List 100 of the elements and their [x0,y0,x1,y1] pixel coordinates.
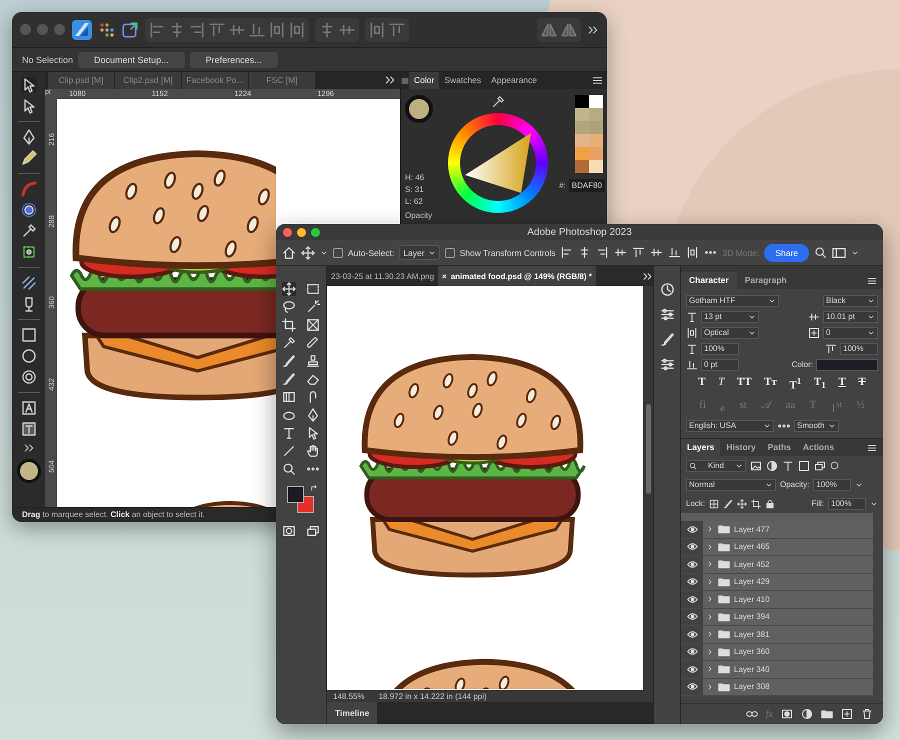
align-icon[interactable] [668,246,682,259]
anti-alias-dropdown[interactable]: Smooth [794,420,839,432]
ellipse-icon[interactable] [20,348,36,364]
gradient-icon[interactable] [282,390,296,404]
panel-tab[interactable]: Swatches [439,72,486,89]
home-icon[interactable] [282,246,296,260]
line-icon[interactable] [282,444,296,458]
chevron-icon[interactable] [706,542,714,551]
search-icon[interactable] [814,246,828,259]
chevron-icon[interactable] [706,612,714,621]
menu-icon[interactable] [592,75,603,86]
crop-icon[interactable] [282,318,296,332]
vertical-scale-field[interactable]: 100% [701,342,739,354]
blend-mode-dropdown[interactable]: Normal [686,478,776,490]
stamp-icon[interactable] [306,354,320,368]
foreground-color-swatch[interactable] [287,486,304,503]
panel-tab[interactable]: Actions [796,439,840,456]
toolbar-button[interactable]: Document Setup... [78,52,185,68]
menu-icon[interactable] [867,276,877,286]
align-icon[interactable] [650,246,664,259]
layer-row[interactable]: Layer 477 [703,521,873,538]
eye-icon[interactable] [686,524,698,535]
font-size-field[interactable]: 13 pt [701,310,759,322]
frame-icon[interactable] [306,318,320,332]
chevron-icon[interactable] [706,525,714,534]
leading-field[interactable]: 10.01 pt [823,310,878,322]
marquee-icon[interactable] [306,282,320,296]
app-logo-icon[interactable] [71,18,93,40]
lock-move-icon[interactable] [737,498,748,508]
image-filter-icon[interactable] [750,460,762,472]
eye-icon[interactable] [686,611,698,622]
panel-tab[interactable]: Appearance [486,72,542,89]
panel-tab[interactable]: Layers [681,439,720,456]
pen-nib-icon[interactable] [20,129,36,145]
eye-icon[interactable] [686,646,698,658]
pencil-icon[interactable] [20,150,36,166]
align-icon[interactable] [614,246,628,259]
mask-icon[interactable] [781,708,793,720]
flip-icon[interactable] [540,20,558,38]
fill-color-well[interactable] [405,95,433,123]
text-style-button[interactable]: TT [736,376,752,392]
pen-icon[interactable] [306,408,320,422]
smart-object-filter-icon[interactable] [814,460,826,472]
color-swatch[interactable] [589,160,603,173]
scrollbar[interactable] [643,286,653,690]
color-swatch[interactable] [589,147,603,160]
swap-colors-icon[interactable] [310,484,319,493]
text-style-button[interactable]: T [698,376,706,392]
distribute-icon[interactable] [388,20,406,38]
close-tab-button[interactable]: × [442,272,447,280]
horizontal-scale-field[interactable]: 100% [840,342,878,354]
eraser-icon[interactable] [306,372,320,386]
type-filter-icon[interactable] [782,460,794,472]
selection-brush-icon[interactable] [20,244,36,260]
text-style-button[interactable]: T [858,376,866,392]
baseline-shift-field[interactable]: 0 pt [701,358,739,370]
chevron-icon[interactable] [706,560,714,568]
baseline-shift-icon[interactable] [686,358,698,370]
text-style-button[interactable]: T$^{1}$ [789,376,802,392]
toolbar-button[interactable]: Preferences... [190,52,278,68]
rectangle-icon[interactable] [20,327,36,343]
layer-row[interactable]: Layer 465 [703,538,873,555]
panel-tab[interactable]: History [720,439,762,456]
zoom-icon[interactable] [282,462,296,476]
move-icon[interactable] [282,282,296,296]
curve-icon[interactable] [20,181,36,197]
eye-icon[interactable] [686,664,698,675]
lasso-icon[interactable] [282,300,296,314]
gear-icon[interactable] [20,369,36,385]
color-swatch[interactable] [575,147,589,160]
adjustment-icon[interactable] [801,708,813,720]
export-icon[interactable] [121,20,139,38]
eye-icon[interactable] [686,576,698,588]
overflow-icon[interactable] [642,270,653,282]
hand-icon[interactable] [306,444,320,458]
quick-mask-icon[interactable] [282,524,296,538]
overflow-icon[interactable] [22,442,34,454]
layer-row[interactable]: Layer 340 [703,661,873,678]
bandage-icon[interactable] [306,336,320,350]
move-tool-icon[interactable] [301,246,315,260]
color-swatch[interactable] [589,121,603,134]
checkbox[interactable] [333,248,343,258]
eye-icon[interactable] [686,594,698,605]
kerning-icon[interactable] [686,326,698,338]
chevron-icon[interactable] [706,665,714,674]
pointer-arrow-icon[interactable] [20,77,36,93]
properties-icon[interactable] [660,357,674,372]
checkbox[interactable] [444,248,455,258]
trash-icon[interactable] [861,708,873,720]
tracking-icon[interactable] [808,326,820,338]
chevron-icon[interactable] [706,595,714,604]
history-brush-icon[interactable] [282,372,296,386]
layer-row[interactable]: Layer 381 [703,626,873,642]
color-swatch[interactable] [589,134,603,147]
document-tab[interactable]: × animated food.psd @ 149% (RGB/8) * [438,266,596,286]
layer-filter-dropdown[interactable]: Kind [686,460,746,472]
overflow-icon[interactable] [587,24,599,36]
window-minimize-button[interactable] [297,228,306,236]
font-style-dropdown[interactable]: Black [823,294,878,306]
type-tool-icon[interactable] [282,426,296,440]
